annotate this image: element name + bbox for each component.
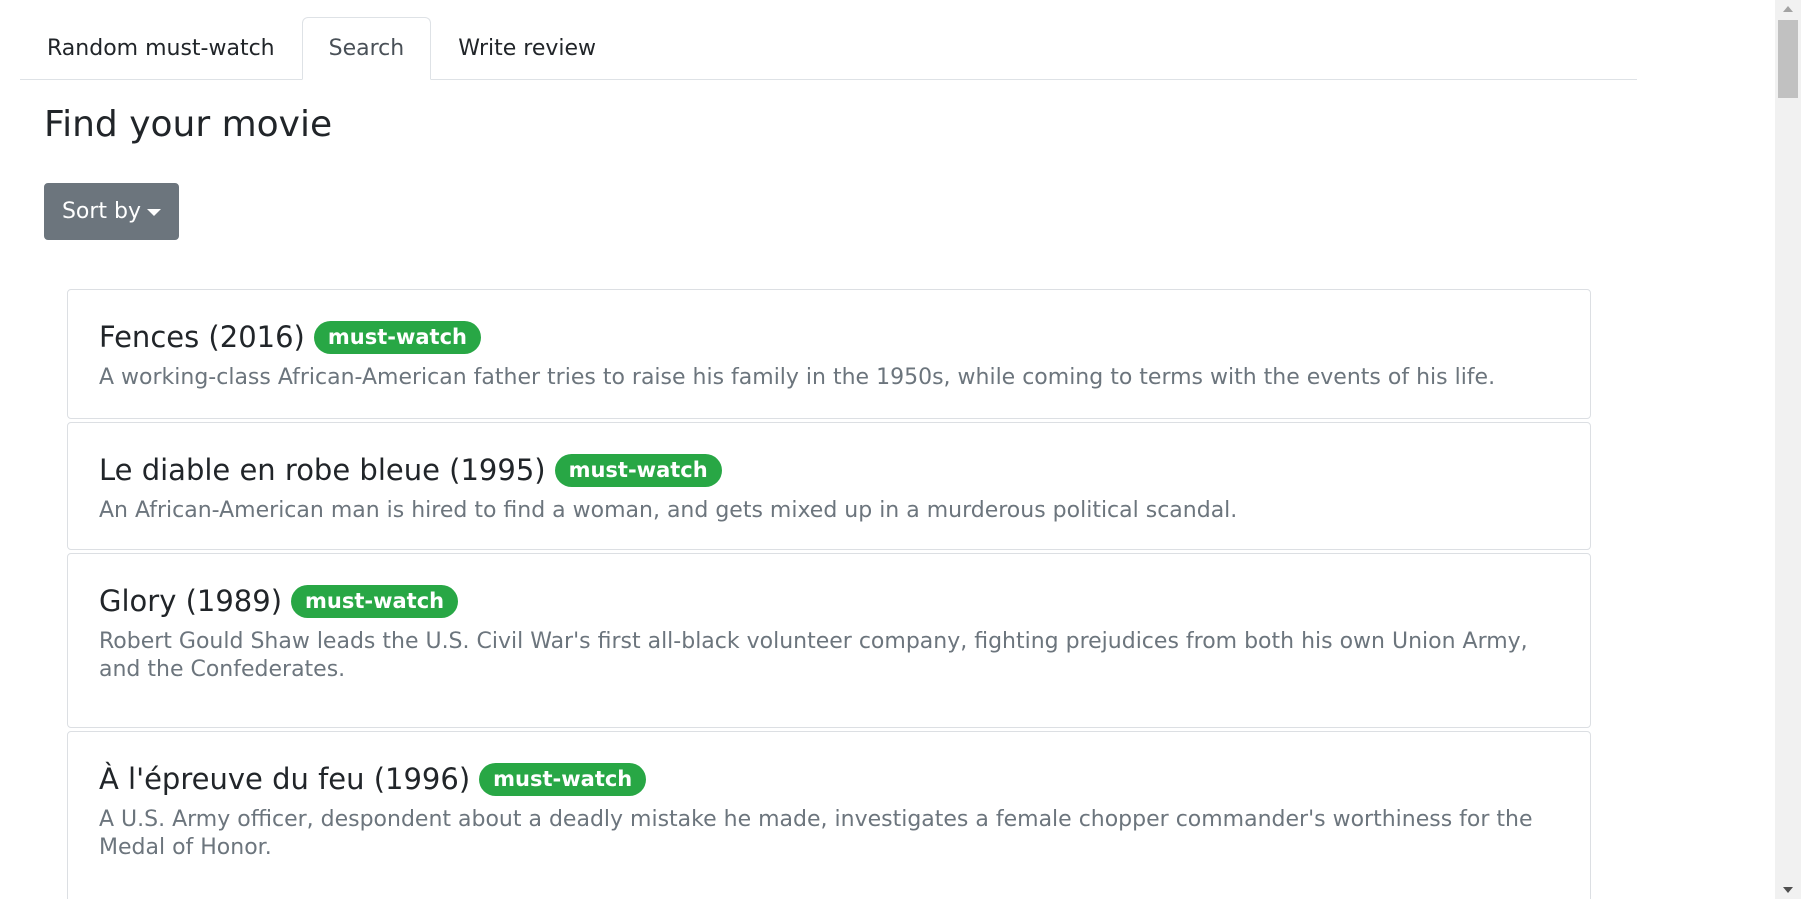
tab-write-review[interactable]: Write review (431, 18, 623, 79)
sort-by-dropdown-button[interactable]: Sort by (44, 183, 179, 240)
movie-card[interactable]: Le diable en robe bleue (1995) must-watc… (67, 422, 1591, 550)
nav-tabs: Random must-watch Search Write review (20, 17, 1637, 80)
movie-title-row: Le diable en robe bleue (1995) must-watc… (99, 453, 1560, 487)
vertical-scrollbar[interactable] (1775, 0, 1801, 899)
movie-title-row: Fences (2016) must-watch (99, 320, 1560, 354)
movie-title: Fences (2016) (99, 320, 305, 354)
scrollbar-thumb[interactable] (1778, 20, 1798, 98)
must-watch-badge: must-watch (313, 320, 481, 354)
must-watch-badge: must-watch (291, 584, 459, 618)
tab-random-must-watch[interactable]: Random must-watch (20, 18, 302, 79)
tab-search[interactable]: Search (301, 17, 432, 80)
sort-by-label: Sort by (61, 199, 142, 224)
movie-title-row: Glory (1989) must-watch (99, 584, 1560, 618)
tab-label: Search (328, 36, 405, 61)
movie-title: Le diable en robe bleue (1995) (99, 453, 546, 487)
movie-card[interactable]: Fences (2016) must-watch A working-class… (67, 289, 1591, 419)
page: Random must-watch Search Write review Fi… (0, 0, 1801, 899)
page-title: Find your movie (44, 104, 333, 145)
caret-down-icon (147, 209, 162, 216)
movie-description: A U.S. Army officer, despondent about a … (99, 807, 1533, 860)
scroll-down-arrow-icon[interactable] (1783, 887, 1793, 893)
movie-title: À l'épreuve du feu (1996) (99, 762, 471, 796)
movie-card[interactable]: Glory (1989) must-watch Robert Gould Sha… (67, 553, 1591, 728)
movie-title: Glory (1989) (99, 584, 283, 618)
movie-description: A working-class African-American father … (99, 365, 1496, 390)
tab-label: Random must-watch (47, 36, 275, 61)
movie-card[interactable]: À l'épreuve du feu (1996) must-watch A U… (67, 731, 1591, 899)
must-watch-badge: must-watch (554, 453, 722, 487)
movie-title-row: À l'épreuve du feu (1996) must-watch (99, 762, 1560, 796)
must-watch-badge: must-watch (479, 762, 647, 796)
movie-description: Robert Gould Shaw leads the U.S. Civil W… (99, 629, 1528, 682)
movie-description: An African-American man is hired to find… (99, 498, 1238, 523)
tab-label: Write review (458, 36, 597, 61)
scroll-up-arrow-icon[interactable] (1783, 6, 1793, 12)
movie-list: Fences (2016) must-watch A working-class… (67, 289, 1591, 899)
